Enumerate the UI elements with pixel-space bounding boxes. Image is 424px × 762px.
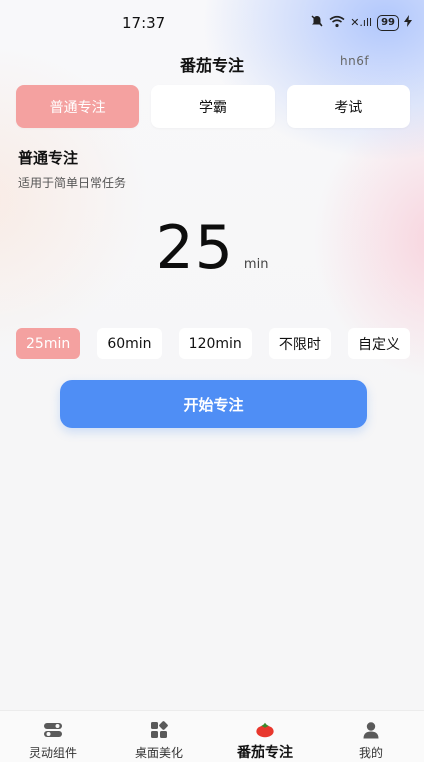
start-focus-button[interactable]: 开始专注 [60, 380, 367, 428]
status-time: 17:37 [122, 14, 166, 32]
duration-custom[interactable]: 自定义 [348, 328, 410, 359]
section-description: 适用于简单日常任务 [18, 176, 127, 190]
nav-label-widgets: 灵动组件 [28, 746, 77, 760]
bottom-navigation: 灵动组件 桌面美化 番茄专注 我的 [0, 710, 424, 762]
nav-label-desktop: 桌面美化 [134, 746, 183, 760]
person-icon [361, 721, 381, 739]
mode-tabs: 普通专注 学霸 考试 [16, 85, 410, 128]
status-icons: ✕.ıll 99 [310, 14, 412, 31]
tomato-icon [255, 721, 275, 739]
nav-label-mine: 我的 [358, 746, 383, 760]
status-bar: 17:37 ✕.ıll 99 [0, 0, 424, 46]
tab-exam[interactable]: 考试 [286, 85, 410, 128]
section-title: 普通专注 [18, 149, 79, 167]
timer-display: 25 min [0, 213, 424, 283]
grid-icon [149, 721, 169, 739]
battery-indicator: 99 [377, 14, 399, 31]
timer-value: 25 [155, 213, 234, 283]
nav-item-mine[interactable]: 我的 [318, 711, 424, 762]
mute-icon [310, 14, 324, 31]
header-code: hn6f [340, 54, 370, 68]
timer-unit: min [243, 257, 269, 272]
duration-25min[interactable]: 25min [16, 328, 81, 359]
tab-scholar[interactable]: 学霸 [151, 85, 275, 128]
duration-options: 25min 60min 120min 不限时 自定义 [16, 328, 410, 359]
cellular-signal-icon: ✕.ıll [350, 16, 373, 29]
tab-normal-focus[interactable]: 普通专注 [16, 85, 140, 128]
nav-item-widgets[interactable]: 灵动组件 [0, 711, 106, 762]
duration-120min[interactable]: 120min [178, 328, 252, 359]
duration-unlimited[interactable]: 不限时 [268, 328, 331, 359]
charging-icon [404, 15, 412, 30]
nav-item-desktop[interactable]: 桌面美化 [106, 711, 212, 762]
nav-label-pomodoro: 番茄专注 [237, 745, 293, 761]
toggle-icon [43, 721, 63, 739]
duration-60min[interactable]: 60min [97, 328, 162, 359]
nav-item-pomodoro[interactable]: 番茄专注 [212, 711, 318, 762]
wifi-icon [329, 15, 345, 31]
